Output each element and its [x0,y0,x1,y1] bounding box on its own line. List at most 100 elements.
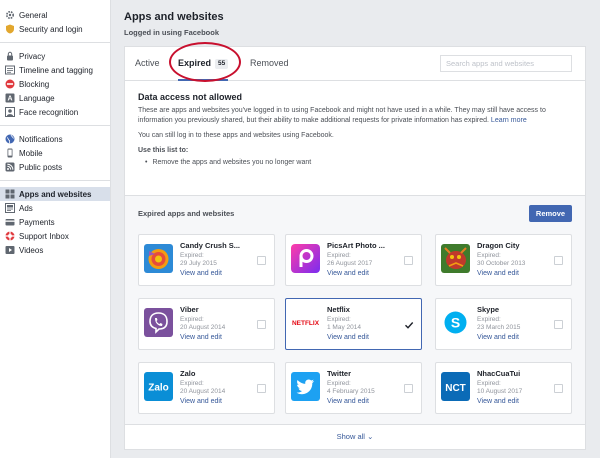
svg-text:A: A [7,96,12,103]
expired-date: 29 July 2015 [180,260,217,267]
view-and-edit-link[interactable]: View and edit [327,398,369,405]
apps-icon [5,189,15,199]
app-name: PicsArt Photo ... [327,241,385,250]
app-name: Netflix [327,305,350,314]
expired-label: Expired: [477,316,501,323]
select-checkbox[interactable] [554,384,563,393]
sidebar-item-apps-and-websites[interactable]: Apps and websites [0,187,110,201]
mobile-icon [5,148,15,158]
checkmark-icon [405,322,414,329]
app-card[interactable]: Twitter Expired: 4 February 2015 View an… [285,362,422,414]
candy-crush-icon [144,244,173,273]
sidebar-item-public-posts[interactable]: Public posts [0,160,110,174]
use-list-title: Use this list to: [138,147,189,154]
zalo-logo-text: Zalo [148,383,169,394]
select-checkbox[interactable] [257,256,266,265]
learn-more-link[interactable]: Learn more [491,117,527,124]
netflix-logo-text: NETFLIX [292,320,320,327]
lifebuoy-icon [5,231,15,241]
view-and-edit-link[interactable]: View and edit [477,398,519,405]
sidebar-item-privacy[interactable]: Privacy [0,49,110,63]
sidebar-item-payments[interactable]: Payments [0,215,110,229]
notice-body-text: These are apps and websites you've logge… [138,107,546,124]
sidebar-item-label: Mobile [19,148,43,158]
sidebar-item-label: Apps and websites [19,189,92,199]
view-and-edit-link[interactable]: View and edit [327,270,369,277]
app-card[interactable]: NETFLIX Netflix Expired: 1 May 2014 View… [285,298,422,350]
expired-label: Expired: [477,380,501,387]
viber-icon [144,308,173,337]
view-and-edit-link[interactable]: View and edit [180,334,222,341]
app-card[interactable]: Viber Expired: 20 August 2014 View and e… [138,298,275,350]
sidebar-item-general[interactable]: General [0,8,110,22]
sidebar-item-timeline[interactable]: Timeline and tagging [0,63,110,77]
app-card[interactable]: NCT NhacCuaTui Expired: 10 August 2017 V… [435,362,572,414]
app-name: NhacCuaTui [477,369,521,378]
card-icon [5,217,15,227]
expired-label: Expired: [180,380,204,387]
expired-label: Expired: [477,252,501,259]
view-and-edit-link[interactable]: View and edit [477,334,519,341]
expired-date: 1 May 2014 [327,324,361,331]
app-card[interactable]: Dragon City Expired: 30 October 2013 Vie… [435,234,572,286]
app-card[interactable]: Zalo Zalo Expired: 20 August 2014 View a… [138,362,275,414]
view-and-edit-link[interactable]: View and edit [477,270,519,277]
sidebar-item-language[interactable]: A Language [0,91,110,105]
app-card[interactable]: PicsArt Photo ... Expired: 26 August 201… [285,234,422,286]
tab-expired[interactable]: Expired 55 [178,47,229,81]
sidebar-item-notifications[interactable]: Notifications [0,132,110,146]
page-title: Apps and websites [124,11,224,23]
view-and-edit-link[interactable]: View and edit [180,398,222,405]
app-name: Skype [477,305,500,314]
tab-active[interactable]: Active [135,47,160,80]
select-checkbox[interactable] [404,320,414,329]
notice-login-note: You can still log in to these apps and w… [138,132,334,139]
select-checkbox[interactable] [257,320,266,329]
app-name: Twitter [327,369,352,378]
search-apps-input[interactable] [440,55,572,72]
show-all-button[interactable]: Show all ⌄ [125,424,585,449]
sidebar-item-label: Security and login [19,24,83,34]
expired-apps-section: Expired apps and websites Remove Candy C… [125,195,585,449]
sidebar-item-mobile[interactable]: Mobile [0,146,110,160]
app-card[interactable]: Candy Crush S... Expired: 29 July 2015 V… [138,234,275,286]
apps-panel: Active Expired55 Removed Data access not… [124,42,586,450]
app-card[interactable]: S Skype Expired: 23 March 2015 View and … [435,298,572,350]
expired-date: 20 August 2014 [180,324,226,331]
sidebar-item-security[interactable]: Security and login [0,22,110,36]
apps-section-title: Expired apps and websites [138,209,235,218]
view-and-edit-link[interactable]: View and edit [327,334,369,341]
sidebar-item-blocking[interactable]: Blocking [0,77,110,91]
sidebar-item-videos[interactable]: Videos [0,243,110,257]
select-checkbox[interactable] [257,384,266,393]
globe-icon [5,134,15,144]
nhaccuatui-icon: NCT [441,372,470,401]
block-icon [5,79,15,89]
sidebar-item-support-inbox[interactable]: Support Inbox [0,229,110,243]
sidebar-item-ads[interactable]: Ads [0,201,110,215]
use-list: Remove the apps and websites you no long… [138,159,572,166]
select-checkbox[interactable] [554,320,563,329]
expired-count-badge: 55 [215,58,229,69]
select-checkbox[interactable] [404,384,413,393]
language-icon: A [5,93,15,103]
video-icon [5,245,15,255]
sidebar-item-label: Timeline and tagging [19,65,93,75]
view-and-edit-link[interactable]: View and edit [180,270,222,277]
sidebar-group-notifications: Notifications Mobile Public posts [0,132,110,181]
notice-body: These are apps and websites you've logge… [138,106,572,126]
tab-removed[interactable]: Removed [250,47,289,80]
expired-date: 4 February 2015 [327,388,375,395]
page-subtitle: Logged in using Facebook [124,28,220,37]
sidebar-item-face-recognition[interactable]: Face recognition [0,105,110,119]
select-checkbox[interactable] [554,256,563,265]
select-checkbox[interactable] [404,256,413,265]
expired-label: Expired: [180,316,204,323]
use-list-item: Remove the apps and websites you no long… [145,159,572,166]
sidebar-item-label: Language [19,93,55,103]
remove-button[interactable]: Remove [529,205,572,222]
netflix-icon: NETFLIX [291,308,320,337]
lock-icon [5,51,15,61]
settings-sidebar: General Security and login Privacy Timel… [0,0,111,458]
sidebar-group-account: General Security and login [0,8,110,43]
